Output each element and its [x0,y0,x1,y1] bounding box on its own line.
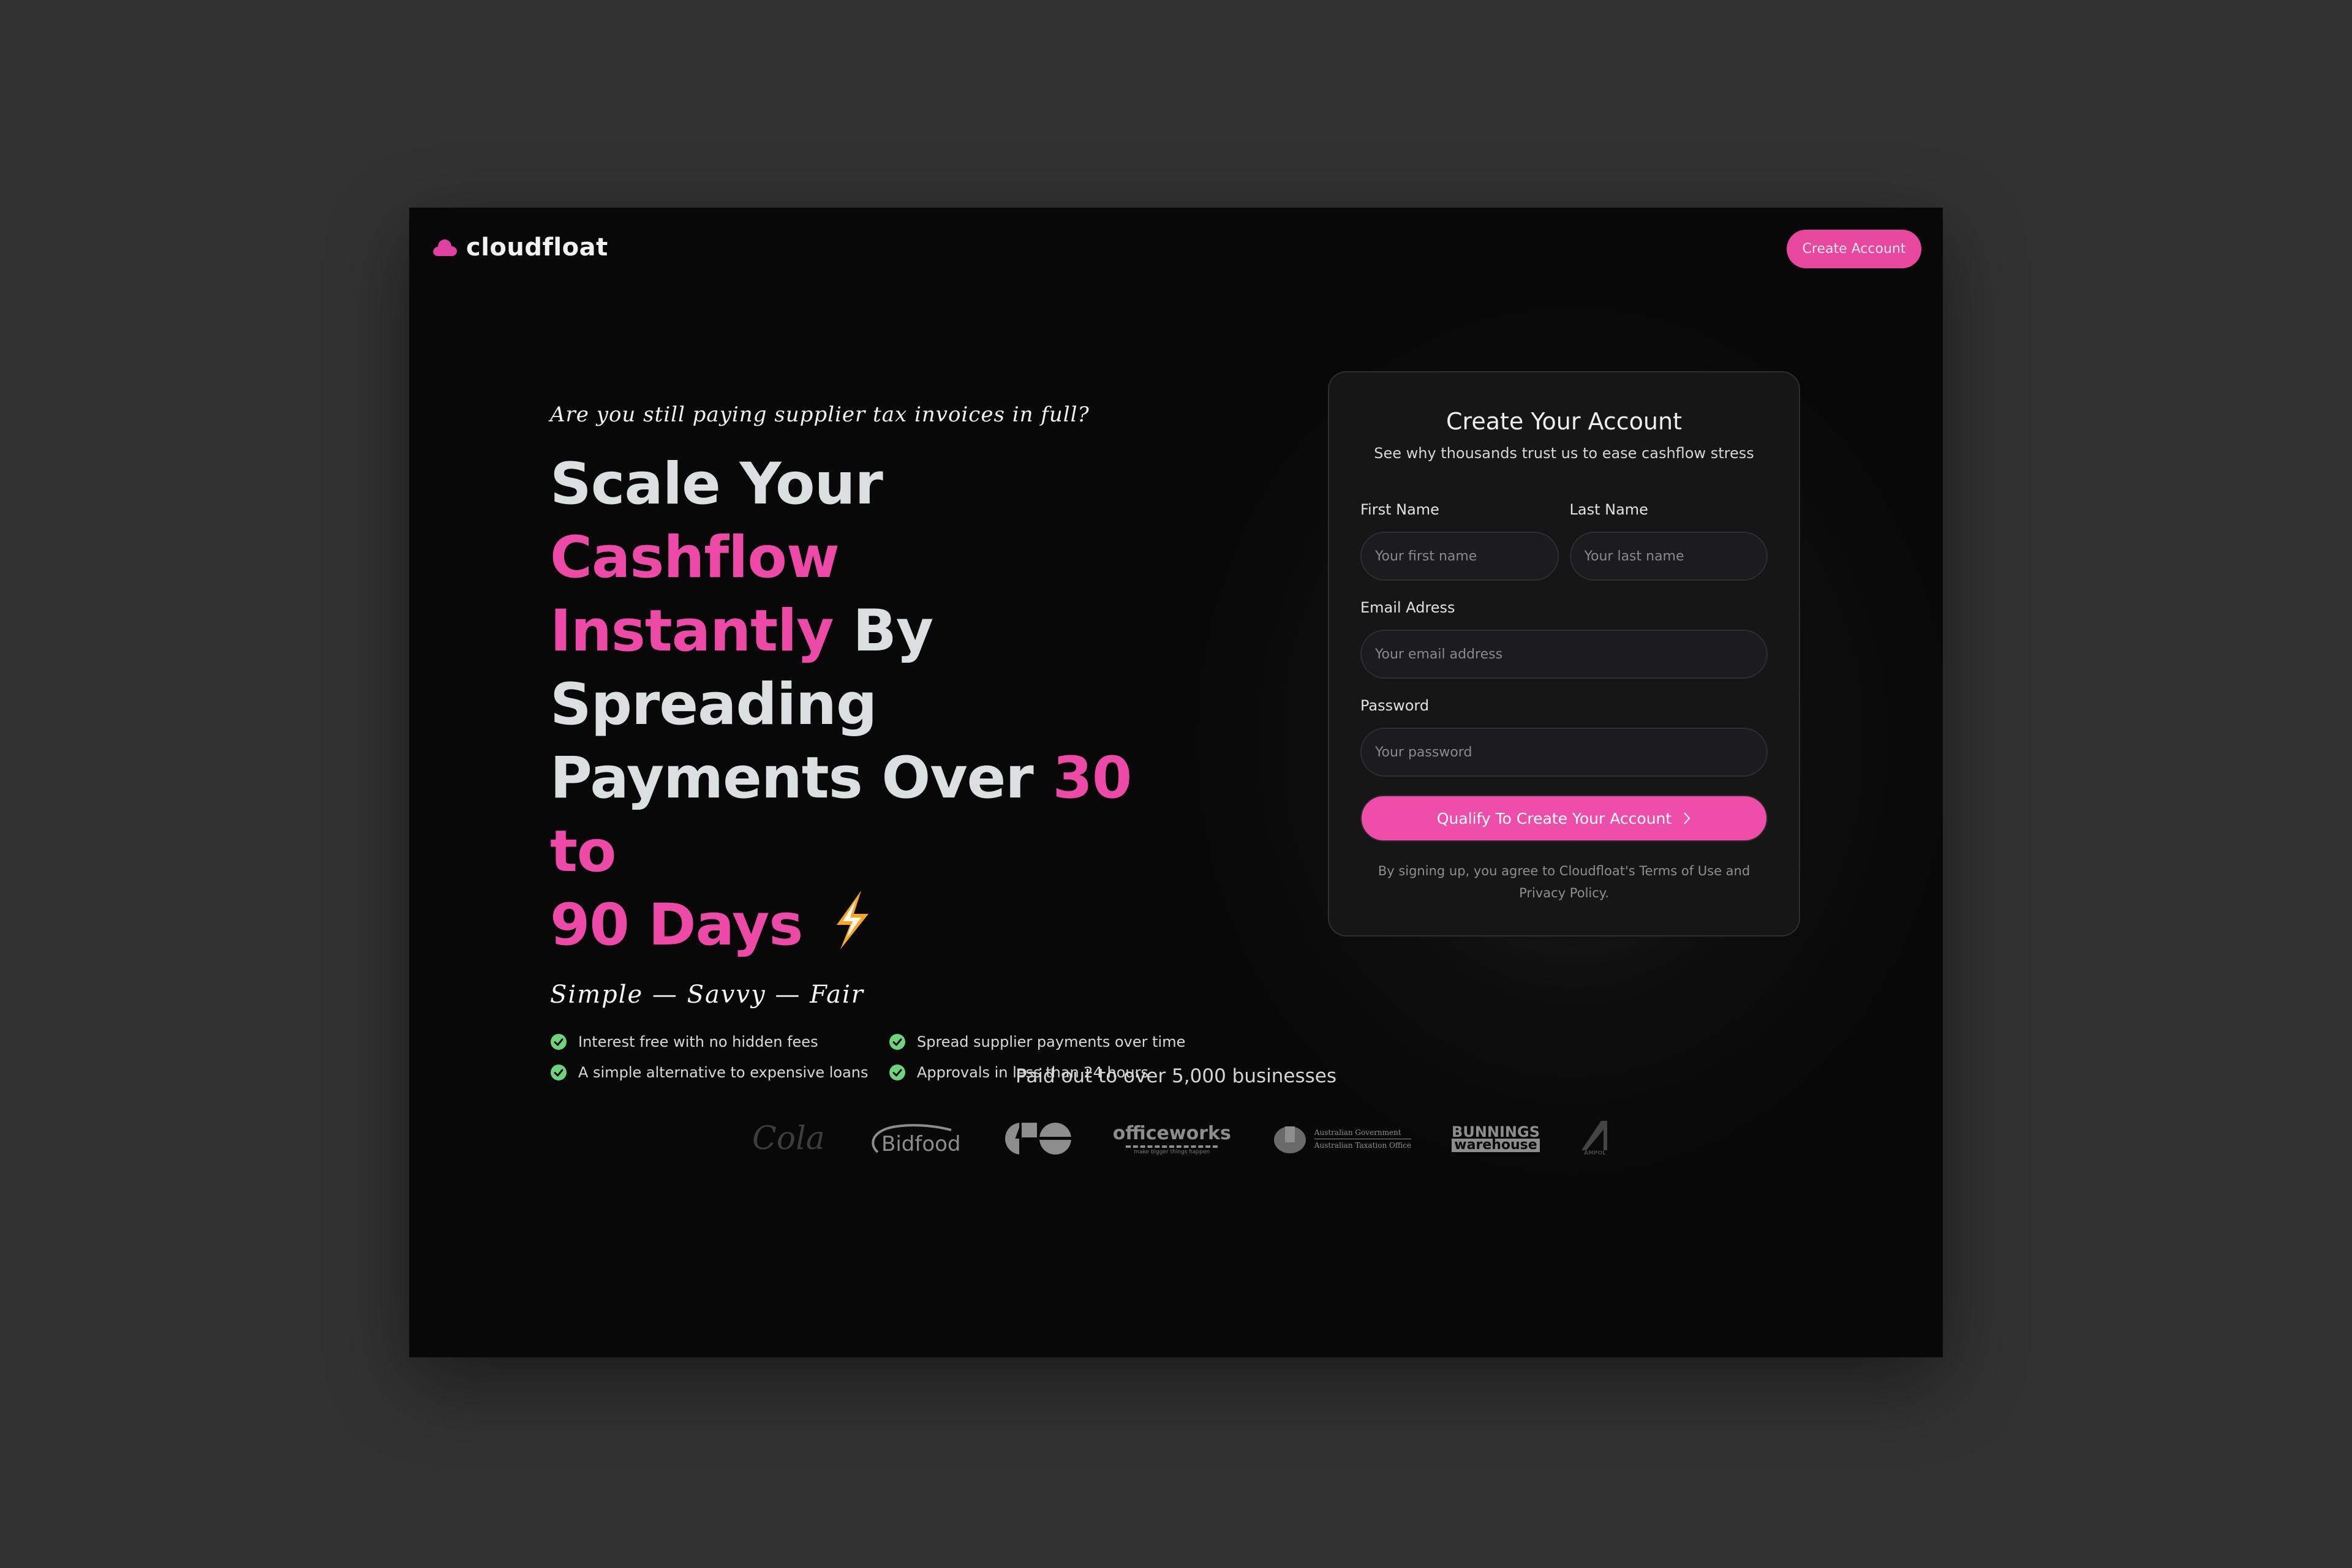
qualify-submit-button[interactable]: Qualify To Create Your Account [1360,795,1768,842]
feature-item: Interest free with no hidden fees [550,1033,889,1050]
hero-tagline: Are you still paying supplier tax invoic… [550,402,1090,427]
officeworks-logo: officeworks make bigger things happen [1112,1122,1231,1155]
bidfood-logo: Bidfood [865,1120,963,1157]
form-title: Create Your Account [1446,408,1682,435]
submit-label: Qualify To Create Your Account [1436,809,1672,827]
ato-line2: Australian Taxation Office [1314,1140,1412,1150]
terms-text: By signing up, you agree to Cloudfloat's… [1378,864,1751,900]
last-name-label: Last Name [1569,501,1648,518]
signup-form: Create Your Account See why thousands tr… [1328,371,1800,937]
headline-highlight: Instantly [550,598,834,665]
brand-logo[interactable]: cloudfloat [432,233,608,262]
check-circle-icon [889,1034,905,1050]
landing-page: cloudfloat Create Account Are you still … [409,208,1943,1357]
bunnings-line2: warehouse [1452,1139,1540,1152]
ampol-text: AMPOL [1584,1150,1606,1156]
first-name-field-group: First Name [1360,501,1559,581]
coat-of-arms-icon [1273,1126,1306,1153]
hero-headline: Scale Your Cashflow Instantly By Spreadi… [550,448,1163,962]
headline-highlight: Cashflow [550,524,840,591]
cloud-icon [433,239,457,256]
create-account-button[interactable]: Create Account [1787,230,1921,268]
client-logos: Cola Bidfood officeworks make bigger thi… [752,1114,1610,1163]
headline-part: Scale Your [550,451,883,518]
ato-line1: Australian Government [1314,1128,1401,1137]
last-name-field-group: Last Name [1569,501,1768,581]
headline-part: Payments Over [550,745,1053,812]
first-name-input[interactable] [1360,532,1559,581]
form-subtitle: See why thousands trust us to ease cashf… [1374,445,1754,462]
coca-cola-logo: Cola [752,1120,825,1157]
hero-section: Are you still paying supplier tax invoic… [550,402,1185,1081]
svg-text:Bidfood: Bidfood [881,1132,961,1156]
ato-logo: Australian Government Australian Taxatio… [1272,1121,1412,1156]
password-field-group: Password [1329,697,1799,777]
brand-name: cloudfloat [466,233,608,262]
headline-highlight: 90 Days [550,892,803,959]
trust-statement: Paid out to over 5,000 businesses [1016,1065,1336,1087]
hero-motto: Simple — Savvy — Fair [550,981,864,1009]
feature-text: Interest free with no hidden fees [578,1033,818,1050]
bunnings-logo: BUNNINGS warehouse [1452,1125,1540,1152]
feature-item: Spread supplier payments over time [889,1033,1207,1050]
check-circle-icon [551,1034,567,1050]
go-logo [1004,1121,1072,1156]
password-label: Password [1360,697,1430,714]
email-label: Email Adress [1360,599,1455,616]
password-input[interactable] [1360,728,1768,777]
email-input[interactable] [1360,630,1768,679]
feature-text: Spread supplier payments over time [917,1033,1186,1050]
officeworks-tagline: make bigger things happen [1134,1148,1210,1155]
bunnings-line1: BUNNINGS [1452,1123,1540,1140]
lightning-bolt-icon [837,891,869,949]
first-name-label: First Name [1360,501,1439,518]
chevron-right-icon [1684,812,1691,824]
ampol-logo: AMPOL [1580,1121,1610,1156]
last-name-input[interactable] [1569,532,1768,581]
email-field-group: Email Adress [1329,599,1799,679]
